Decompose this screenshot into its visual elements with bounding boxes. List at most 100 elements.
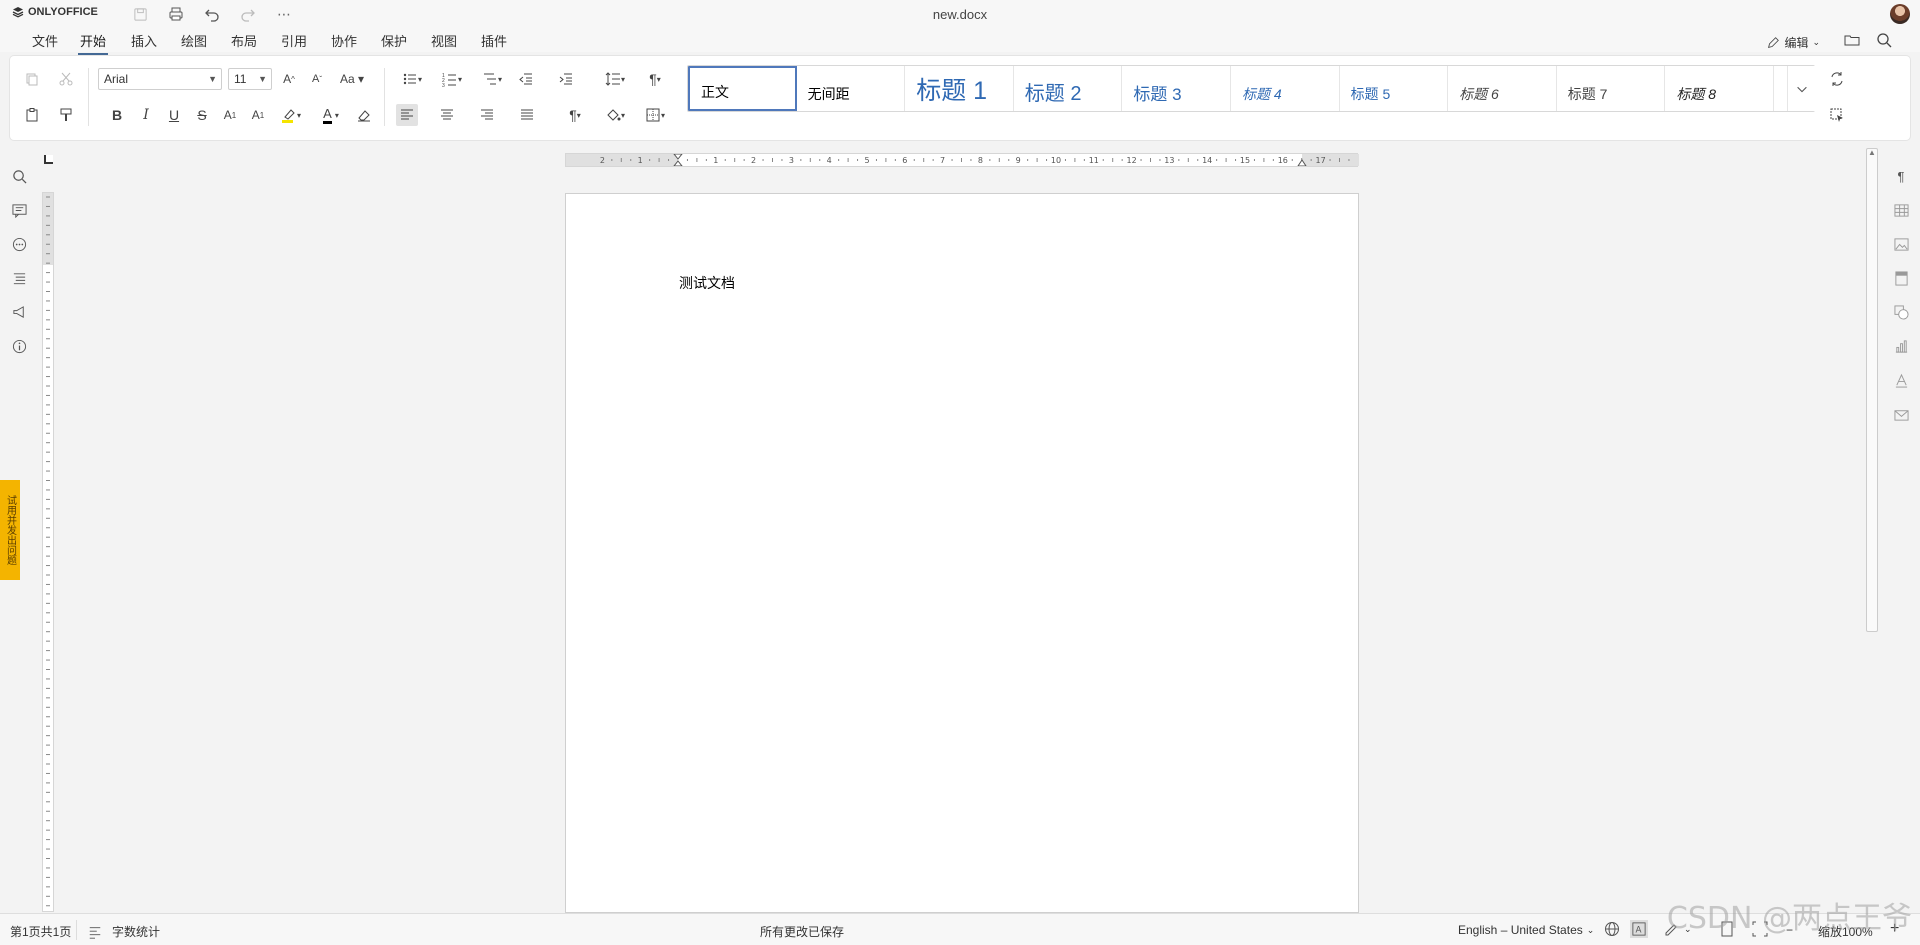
globe-icon[interactable] xyxy=(1604,921,1620,937)
tab-plugins[interactable]: 插件 xyxy=(479,31,509,50)
highlight-color-icon[interactable]: ▾ xyxy=(275,104,307,126)
paragraph-settings-icon[interactable]: ¶ xyxy=(1890,165,1912,187)
clear-style-icon[interactable] xyxy=(353,104,375,126)
bold-icon[interactable]: B xyxy=(106,104,128,126)
increase-font-icon[interactable]: A ^ xyxy=(278,68,300,90)
multilevel-list-icon[interactable]: ▾ xyxy=(475,68,509,90)
styles-expand-button[interactable] xyxy=(1787,66,1815,111)
superscript-icon[interactable]: A1 xyxy=(219,104,241,126)
style-heading-2[interactable]: 标题 2 xyxy=(1014,66,1123,111)
svg-text:10: 10 xyxy=(1051,156,1061,165)
chat-icon[interactable] xyxy=(9,234,29,254)
word-count-button[interactable]: 字数统计 xyxy=(88,923,160,940)
style-heading-1[interactable]: 标题 1 xyxy=(905,66,1014,111)
redo-icon[interactable] xyxy=(238,4,258,24)
numbering-icon[interactable]: 1 2 3 ▾ xyxy=(435,68,469,90)
font-size-select[interactable]: 11 ▼ xyxy=(228,68,272,90)
style-heading-5[interactable]: 标题 5 xyxy=(1340,66,1449,111)
more-icon[interactable]: ⋯ xyxy=(274,4,294,24)
navigation-icon[interactable] xyxy=(9,268,29,288)
comments-icon[interactable] xyxy=(9,200,29,220)
shading-icon[interactable]: ▾ xyxy=(598,104,632,126)
align-center-icon[interactable] xyxy=(436,104,458,126)
tab-references[interactable]: 引用 xyxy=(279,31,309,50)
justify-icon[interactable] xyxy=(516,104,538,126)
underline-icon[interactable]: U xyxy=(163,104,185,126)
line-spacing-icon[interactable]: ▾ xyxy=(598,68,632,90)
decrease-indent-icon[interactable] xyxy=(515,68,537,90)
italic-icon[interactable]: I xyxy=(135,104,157,126)
feedback-tab[interactable]: 试用并发出问题 xyxy=(0,480,20,580)
edit-mode-button[interactable]: 编辑 ⌄ xyxy=(1766,34,1820,51)
copy-icon[interactable] xyxy=(21,68,43,90)
save-icon[interactable] xyxy=(130,4,150,24)
subscript-icon[interactable]: A1 xyxy=(247,104,269,126)
horizontal-ruler[interactable]: 2 1 1 2 3 4 5 6 7 8 9 10 11 12 13 14 15 16 17 xyxy=(565,153,1359,167)
scroll-up-icon[interactable]: ▲ xyxy=(1866,148,1878,160)
print-icon[interactable] xyxy=(166,4,186,24)
tab-protect[interactable]: 保护 xyxy=(379,31,409,50)
style-heading-3[interactable]: 标题 3 xyxy=(1122,66,1231,111)
style-heading-7[interactable]: 标题 7 xyxy=(1557,66,1666,111)
cut-icon[interactable] xyxy=(55,68,77,90)
bullets-icon[interactable]: ▾ xyxy=(395,68,429,90)
font-name-select[interactable]: Arial ▼ xyxy=(98,68,222,90)
tab-draw[interactable]: 绘图 xyxy=(179,31,209,50)
tab-collaborate[interactable]: 协作 xyxy=(329,31,359,50)
style-normal[interactable]: 正文 xyxy=(688,66,797,111)
tab-home[interactable]: 开始 xyxy=(78,31,109,55)
tab-insert[interactable]: 插入 xyxy=(129,31,159,50)
image-settings-icon[interactable] xyxy=(1890,233,1912,255)
feedback-icon[interactable] xyxy=(9,302,29,322)
open-location-icon[interactable] xyxy=(1844,32,1860,51)
svg-text:2: 2 xyxy=(600,156,605,165)
undo-icon[interactable] xyxy=(202,4,222,24)
info-icon[interactable] xyxy=(9,336,29,356)
zoom-level[interactable]: 缩放100% xyxy=(1818,923,1873,940)
vertical-ruler[interactable] xyxy=(42,192,54,912)
style-heading-8[interactable]: 标题 8 xyxy=(1665,66,1774,111)
shape-settings-icon[interactable] xyxy=(1890,301,1912,323)
format-painter-icon[interactable] xyxy=(55,104,77,126)
nonprinting-chars-icon[interactable]: ¶ ▾ xyxy=(558,104,592,126)
fit-width-icon[interactable] xyxy=(1752,921,1768,937)
align-left-icon[interactable] xyxy=(396,104,418,126)
tab-stop-selector[interactable] xyxy=(44,155,53,164)
font-color-icon[interactable]: A ▾ xyxy=(315,104,347,126)
decrease-font-icon[interactable]: Aˇ xyxy=(306,68,328,90)
text-art-icon[interactable] xyxy=(1890,369,1912,391)
track-changes-icon[interactable]: ⌄ xyxy=(1664,921,1692,937)
align-right-icon[interactable] xyxy=(476,104,498,126)
fit-page-icon[interactable] xyxy=(1720,921,1734,937)
replace-icon[interactable] xyxy=(1826,68,1848,90)
strikethrough-icon[interactable]: S xyxy=(191,104,213,126)
vertical-scrollbar[interactable] xyxy=(1866,148,1878,632)
header-footer-icon[interactable] xyxy=(1890,267,1912,289)
tab-layout[interactable]: 布局 xyxy=(229,31,259,50)
tab-view[interactable]: 视图 xyxy=(429,31,459,50)
increase-indent-icon[interactable] xyxy=(555,68,577,90)
style-heading-6[interactable]: 标题 6 xyxy=(1448,66,1557,111)
select-all-icon[interactable] xyxy=(1826,104,1848,126)
svg-text:9: 9 xyxy=(1016,156,1021,165)
style-no-spacing[interactable]: 无间距 xyxy=(797,66,906,111)
mail-merge-icon[interactable] xyxy=(1890,403,1912,425)
paragraph-direction-icon[interactable]: ¶ ▾ xyxy=(638,68,672,90)
search-icon[interactable] xyxy=(9,166,29,186)
language-select[interactable]: English – United States ⌄ xyxy=(1458,923,1594,937)
document-page[interactable]: 测试文档 xyxy=(565,193,1359,913)
style-heading-4[interactable]: 标题 4 xyxy=(1231,66,1340,111)
search-icon[interactable] xyxy=(1876,32,1892,51)
page-counter[interactable]: 第1页共1页 xyxy=(10,923,71,940)
tab-file[interactable]: 文件 xyxy=(30,31,60,50)
document-body-text[interactable]: 测试文档 xyxy=(679,273,735,293)
table-settings-icon[interactable] xyxy=(1890,199,1912,221)
paste-icon[interactable] xyxy=(21,104,43,126)
chart-settings-icon[interactable] xyxy=(1890,335,1912,357)
user-avatar[interactable] xyxy=(1890,4,1910,24)
borders-icon[interactable]: ▾ xyxy=(638,104,672,126)
zoom-out-button[interactable]: − xyxy=(1786,923,1793,937)
zoom-in-button[interactable]: + xyxy=(1890,920,1899,938)
change-case-icon[interactable]: Aa ▾ xyxy=(336,68,368,90)
spellcheck-icon[interactable]: A xyxy=(1630,920,1648,938)
